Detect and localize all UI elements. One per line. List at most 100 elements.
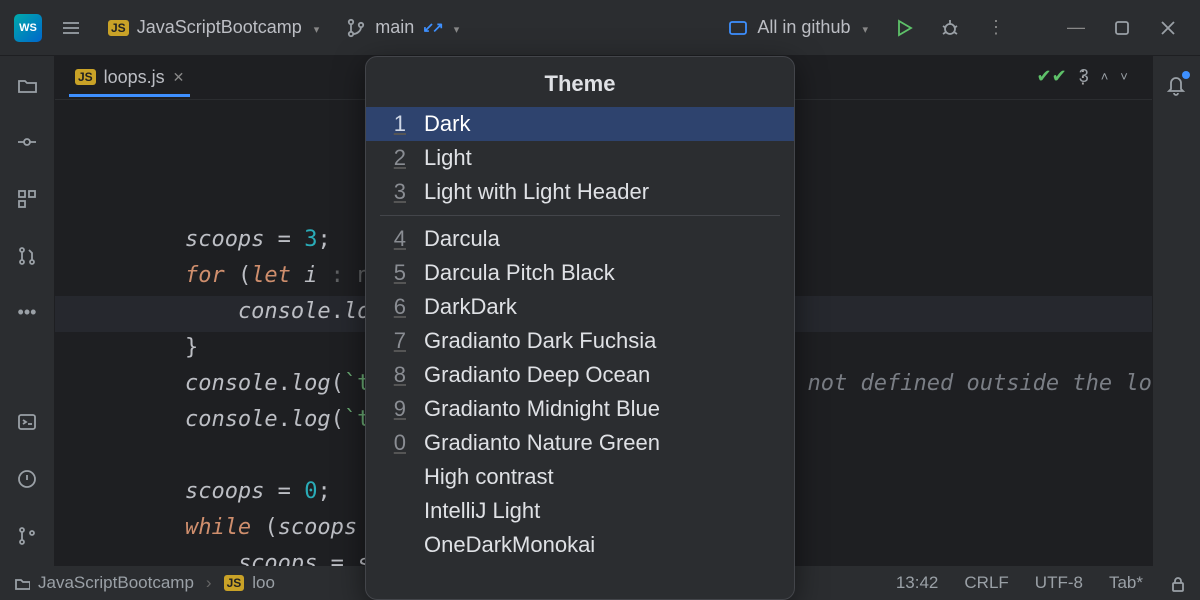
popup-divider xyxy=(380,215,780,216)
chevron-up-icon[interactable]: ˄ xyxy=(1101,69,1109,84)
tab-close-button[interactable]: ✕ xyxy=(173,69,185,86)
minimize-icon: ― xyxy=(1067,17,1085,38)
js-icon: JS xyxy=(75,69,96,85)
close-icon xyxy=(1157,17,1179,39)
inspection-widget[interactable]: ✔✔ 3 ˄ ˅ xyxy=(1037,66,1128,87)
theme-option[interactable]: 6 DarkDark xyxy=(366,290,794,324)
theme-option[interactable]: .OneDarkMonokai xyxy=(366,528,794,562)
main-menu-button[interactable] xyxy=(52,13,90,43)
project-selector[interactable]: JS JavaScriptBootcamp xyxy=(100,13,327,42)
theme-option[interactable]: 5 Darcula Pitch Black xyxy=(366,256,794,290)
checkmark-icon: ✔✔ xyxy=(1037,66,1067,87)
run-config-selector[interactable]: All in github xyxy=(719,13,876,43)
hamburger-icon xyxy=(60,17,82,39)
maximize-icon xyxy=(1111,17,1133,39)
theme-label: Dark xyxy=(424,111,470,137)
branch-name: main xyxy=(375,17,414,38)
theme-shortcut-number: 3 xyxy=(388,179,406,205)
sync-icon: ↙↗ xyxy=(422,19,441,36)
theme-shortcut-number: 1 xyxy=(388,111,406,137)
theme-shortcut-number: 2 xyxy=(388,145,406,171)
theme-option[interactable]: 8Gradianto Deep Ocean xyxy=(366,358,794,392)
chevron-down-icon xyxy=(450,17,460,38)
theme-shortcut-number: 6 xyxy=(388,294,406,320)
debug-button[interactable] xyxy=(932,17,968,39)
theme-label: Light xyxy=(424,145,472,171)
theme-option[interactable]: .IntelliJ Light xyxy=(366,494,794,528)
structure-icon xyxy=(16,188,38,210)
run-config-name: All in github xyxy=(757,17,850,38)
pull-request-icon xyxy=(16,245,38,267)
git-tool-button[interactable] xyxy=(16,525,38,552)
theme-label: DarkDark xyxy=(424,294,517,320)
left-toolbar: ••• xyxy=(0,56,55,566)
chevron-down-icon xyxy=(858,17,868,38)
theme-label: OneDarkMonokai xyxy=(424,532,595,558)
titlebar: WS JS JavaScriptBootcamp main ↙↗ All in … xyxy=(0,0,1200,56)
line-separator[interactable]: CRLF xyxy=(964,573,1008,593)
commit-tool-button[interactable] xyxy=(16,131,38,158)
theme-option[interactable]: 7 Gradianto Dark Fuchsia xyxy=(366,324,794,358)
notifications-button[interactable] xyxy=(1165,74,1187,101)
bell-icon xyxy=(1165,74,1187,96)
theme-option[interactable]: 1 Dark xyxy=(366,107,794,141)
run-button[interactable] xyxy=(886,17,922,39)
structure-tool-button[interactable] xyxy=(16,188,38,215)
tab-loops-js[interactable]: JS loops.js ✕ xyxy=(69,59,190,97)
indent-setting[interactable]: Tab* xyxy=(1109,573,1143,593)
problems-tool-button[interactable] xyxy=(16,468,38,495)
bug-icon xyxy=(939,17,961,39)
chevron-down-icon xyxy=(310,17,320,38)
window-close[interactable] xyxy=(1150,17,1186,39)
right-toolbar xyxy=(1152,56,1200,566)
chevron-right-icon xyxy=(202,573,216,593)
js-icon: JS xyxy=(108,20,129,36)
theme-shortcut-number: 5 xyxy=(388,260,406,286)
project-name: JavaScriptBootcamp xyxy=(137,17,302,38)
theme-popup: Theme 1 Dark 2 Light 3 Light with Light Heade… xyxy=(365,56,795,600)
lock-icon[interactable] xyxy=(1169,575,1186,592)
theme-shortcut-number: 0 xyxy=(388,430,406,456)
vcs-tool-button[interactable] xyxy=(16,245,38,272)
api-icon xyxy=(727,17,749,39)
theme-label: Light with Light Header xyxy=(424,179,649,205)
theme-list: 1 Dark 2 Light 3 Light with Light Header 4 Dar… xyxy=(366,107,794,562)
more-tool-button[interactable]: ••• xyxy=(18,302,37,323)
theme-option[interactable]: 9 Gradianto Midnight Blue xyxy=(366,392,794,426)
theme-label: Gradianto Nature Green xyxy=(424,430,660,456)
theme-shortcut-number: 4 xyxy=(388,226,406,252)
breadcrumb[interactable]: JavaScriptBootcamp JS loo xyxy=(14,573,275,593)
more-actions-button[interactable]: ⋮ xyxy=(978,17,1014,38)
kebab-icon: ⋮ xyxy=(987,17,1005,38)
window-minimize[interactable]: ― xyxy=(1058,17,1094,38)
folder-icon xyxy=(16,74,38,96)
crumb-project: JavaScriptBootcamp xyxy=(38,573,194,593)
warning-icon xyxy=(16,468,38,490)
terminal-icon xyxy=(16,411,38,433)
window-maximize[interactable] xyxy=(1104,17,1140,39)
theme-option[interactable]: 4 Darcula xyxy=(366,222,794,256)
folder-icon xyxy=(14,575,30,591)
theme-option[interactable]: 2 Light xyxy=(366,141,794,175)
theme-option[interactable]: 3 Light with Light Header xyxy=(366,175,794,209)
file-encoding[interactable]: UTF-8 xyxy=(1035,573,1083,593)
theme-label: Darcula xyxy=(424,226,500,252)
theme-option[interactable]: .High contrast xyxy=(366,460,794,494)
crumb-file: loo xyxy=(252,573,275,593)
chevron-down-icon[interactable]: ˅ xyxy=(1120,69,1128,84)
tab-filename: loops.js xyxy=(104,67,165,88)
theme-option[interactable]: 0 Gradianto Nature Green xyxy=(366,426,794,460)
js-icon: JS xyxy=(224,575,245,591)
theme-label: Darcula Pitch Black xyxy=(424,260,615,286)
popup-title: Theme xyxy=(366,57,794,107)
theme-label: Gradianto Deep Ocean xyxy=(424,362,650,388)
theme-label: Gradianto Midnight Blue xyxy=(424,396,660,422)
play-icon xyxy=(893,17,915,39)
theme-label: Gradianto Dark Fuchsia xyxy=(424,328,656,354)
project-tool-button[interactable] xyxy=(16,74,38,101)
terminal-tool-button[interactable] xyxy=(16,411,38,438)
theme-shortcut-number: 9 xyxy=(388,396,406,422)
cursor-position[interactable]: 13:42 xyxy=(896,573,939,593)
branch-selector[interactable]: main ↙↗ xyxy=(337,13,467,43)
theme-shortcut-number: 7 xyxy=(388,328,406,354)
